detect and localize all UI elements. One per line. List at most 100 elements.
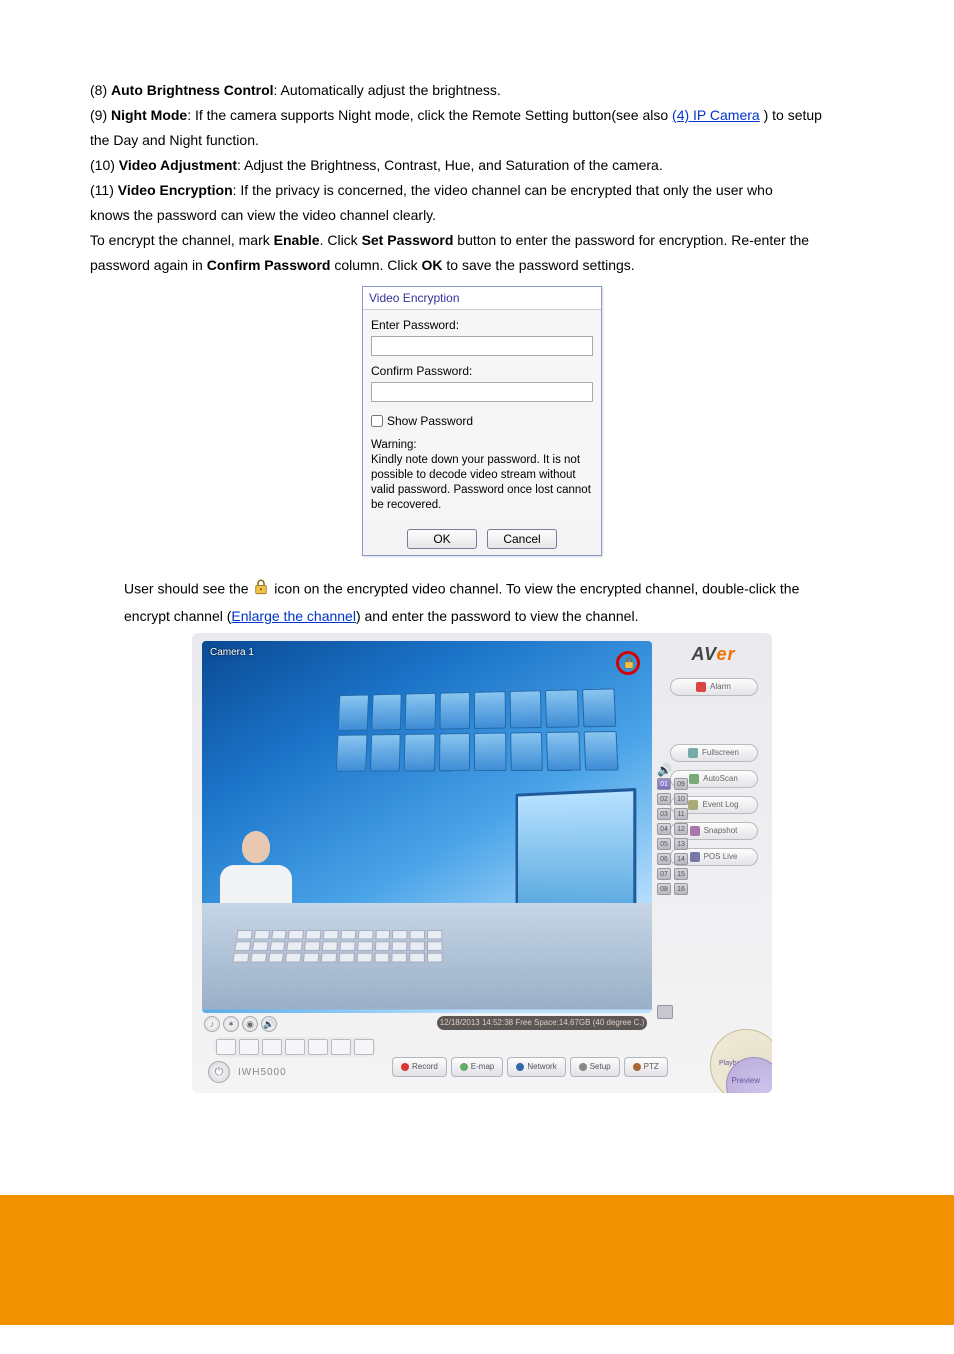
highlight-circle: [616, 651, 640, 675]
cam-btn-08[interactable]: 08: [657, 883, 671, 895]
alarm-icon: [696, 682, 706, 692]
status-bar: 12/18/2013 14:52:38 Free Space:14.67GB (…: [437, 1016, 647, 1030]
confirm-password-label: Confirm Password:: [371, 362, 593, 380]
layout-8[interactable]: [331, 1039, 351, 1055]
cancel-button[interactable]: Cancel: [487, 529, 557, 549]
video-encryption-desc1: : If the privacy is concerned, the video…: [233, 182, 773, 198]
show-password-label: Show Password: [387, 412, 473, 430]
line-encrypt-instructions-2: password again in Confirm Password colum…: [90, 255, 874, 276]
layout-9[interactable]: [262, 1039, 282, 1055]
cam-grid-extra[interactable]: [657, 1005, 673, 1019]
power-button[interactable]: ⏻: [208, 1061, 230, 1083]
line-night-mode: (9) Night Mode: If the camera supports N…: [90, 105, 874, 126]
brand-logo: AVer: [691, 641, 735, 668]
show-password-checkbox[interactable]: [371, 415, 383, 427]
emap-icon: [460, 1063, 468, 1071]
enlarge-channel-link[interactable]: Enlarge the channel: [231, 608, 356, 624]
cam-btn-02[interactable]: 02: [657, 793, 671, 805]
network-button[interactable]: Network: [507, 1057, 565, 1077]
monitor-bank: [336, 688, 619, 771]
emap-button[interactable]: E-map: [451, 1057, 504, 1077]
setup-icon: [579, 1063, 587, 1071]
poslive-icon: [690, 852, 700, 862]
cam-btn-14[interactable]: 14: [674, 853, 688, 865]
confirm-password-bold: Confirm Password: [207, 257, 331, 273]
ok-button[interactable]: OK: [407, 529, 477, 549]
audio-circles: ♪ ✶ ◉ 🔊: [204, 1016, 277, 1032]
enable-bold: Enable: [274, 232, 320, 248]
set-password-bold: Set Password: [362, 232, 454, 248]
fullscreen-icon: [688, 748, 698, 758]
warning-body: Kindly note down your password. It is no…: [371, 454, 591, 511]
video-encryption-label: Video Encryption: [118, 182, 233, 198]
cam-btn-12[interactable]: 12: [674, 823, 688, 835]
line-video-adjustment: (10) Video Adjustment: Adjust the Bright…: [90, 155, 874, 176]
video-adjustment-desc: : Adjust the Brightness, Contrast, Hue, …: [237, 157, 663, 173]
record-button[interactable]: Record: [392, 1057, 447, 1077]
warning-block: Warning: Kindly note down your password.…: [371, 438, 593, 513]
confirm-password-input[interactable]: [371, 382, 593, 402]
layout-13[interactable]: [354, 1039, 374, 1055]
autoscan-icon: [689, 774, 699, 784]
cam-btn-13[interactable]: 13: [674, 838, 688, 850]
line-video-encryption: (11) Video Encryption: If the privacy is…: [90, 180, 874, 201]
cam-btn-04[interactable]: 04: [657, 823, 671, 835]
enter-password-input[interactable]: [371, 336, 593, 356]
record-icon: [401, 1063, 409, 1071]
bottom-button-row: Record E-map Network Setup PTZ: [392, 1057, 668, 1077]
auto-brightness-desc: : Automatically adjust the brightness.: [274, 82, 501, 98]
network-icon: [516, 1063, 524, 1071]
cam-btn-03[interactable]: 03: [657, 808, 671, 820]
cam-btn-09[interactable]: 09: [674, 778, 688, 790]
line-encrypt-instructions: To encrypt the channel, mark Enable. Cli…: [90, 230, 874, 251]
auto-brightness-label: Auto Brightness Control: [111, 82, 274, 98]
ptz-icon: [633, 1063, 641, 1071]
cam-btn-16[interactable]: 16: [674, 883, 688, 895]
camera-number-grid: 01 09 02 10 03 11 04 12 05 13 06 14 07 1…: [657, 778, 688, 895]
alarm-button[interactable]: Alarm: [670, 678, 758, 696]
lock-icon: [252, 578, 270, 602]
cam-btn-01[interactable]: 01: [657, 778, 671, 790]
cam-btn-10[interactable]: 10: [674, 793, 688, 805]
layout-16[interactable]: [285, 1039, 305, 1055]
warning-heading: Warning:: [371, 439, 417, 451]
night-mode-desc2: ) to setup: [760, 107, 822, 123]
line-num-10: (10): [90, 157, 119, 173]
layout-4[interactable]: [239, 1039, 259, 1055]
corner-tabs: Playback Preview: [698, 1039, 768, 1089]
speaker-icon[interactable]: 🔊: [657, 761, 672, 779]
setup-button[interactable]: Setup: [570, 1057, 620, 1077]
ok-bold: OK: [421, 257, 442, 273]
ptz-button[interactable]: PTZ: [624, 1057, 668, 1077]
dialog-title: Video Encryption: [363, 287, 601, 310]
line-auto-brightness: (8) Auto Brightness Control: Automatical…: [90, 80, 874, 101]
layout-buttons: [214, 1037, 376, 1057]
dvr-app-screenshot: Camera 1: [192, 633, 772, 1093]
circle-btn-4[interactable]: 🔊: [261, 1016, 277, 1032]
video-encryption-dialog: Video Encryption Enter Password: Confirm…: [362, 286, 602, 556]
control-console: [202, 903, 652, 1009]
line-night-mode-cont: the Day and Night function.: [90, 130, 874, 151]
camera-label: Camera 1: [210, 645, 254, 660]
cam-btn-15[interactable]: 15: [674, 868, 688, 880]
circle-btn-2[interactable]: ✶: [223, 1016, 239, 1032]
layout-1[interactable]: [216, 1039, 236, 1055]
circle-btn-1[interactable]: ♪: [204, 1016, 220, 1032]
layout-6[interactable]: [308, 1039, 328, 1055]
line-video-encryption-cont: knows the password can view the video ch…: [90, 205, 874, 226]
cam-btn-07[interactable]: 07: [657, 868, 671, 880]
ip-camera-link[interactable]: (4) IP Camera: [672, 107, 760, 123]
eventlog-icon: [688, 800, 698, 810]
cam-btn-06[interactable]: 06: [657, 853, 671, 865]
line-num-11: (11): [90, 182, 118, 198]
circle-btn-3[interactable]: ◉: [242, 1016, 258, 1032]
preview-label: Preview: [732, 1075, 760, 1087]
cam-btn-05[interactable]: 05: [657, 838, 671, 850]
cam-btn-11[interactable]: 11: [674, 808, 688, 820]
model-label: IWH5000: [238, 1065, 287, 1080]
big-monitor: [516, 788, 637, 914]
icon-note-block: User should see the icon on the encrypte…: [124, 578, 874, 627]
night-mode-desc1: : If the camera supports Night mode, cli…: [187, 107, 672, 123]
snapshot-icon: [690, 826, 700, 836]
fullscreen-button[interactable]: Fullscreen: [670, 744, 758, 762]
